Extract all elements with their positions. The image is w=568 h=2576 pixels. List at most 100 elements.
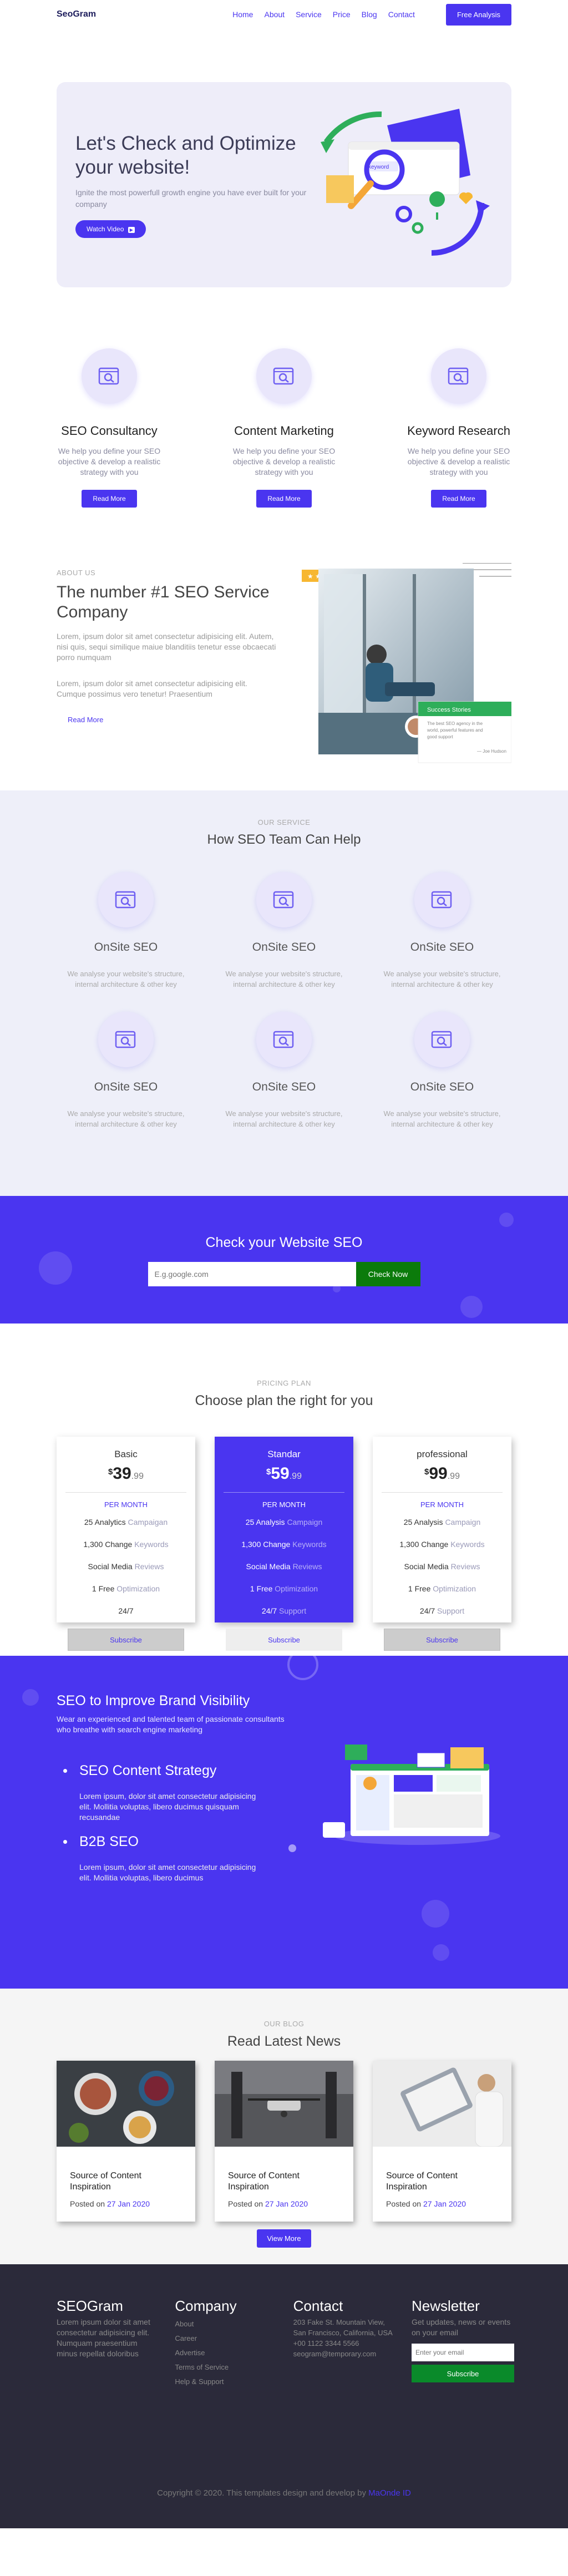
dashboard-illustration — [323, 1745, 500, 1845]
price-amount: 59 — [271, 1464, 290, 1483]
service-card: SEO Consultancy We help you define your … — [40, 348, 179, 508]
website-url-input[interactable] — [148, 1262, 356, 1286]
nav-service[interactable]: Service — [296, 10, 322, 19]
feature-detail: Optimization — [275, 1584, 318, 1593]
about-title: The number #1 SEO Service Company — [57, 583, 270, 621]
decor-ring — [287, 1656, 318, 1680]
hero-content: Let's Check and Optimize your website! I… — [75, 131, 320, 238]
read-more-button[interactable]: Read More — [431, 490, 486, 508]
help-item-text: We analyse your website's structure, int… — [383, 970, 501, 988]
copyright: Copyright © 2020. This templates design … — [0, 2488, 568, 2498]
help-item: OnSite SEO We analyse your website's stru… — [373, 872, 511, 990]
price-amount: 39 — [113, 1464, 131, 1483]
logo[interactable]: SeoGram — [57, 9, 96, 19]
footer-link-advertise[interactable]: Advertise — [175, 2346, 275, 2360]
divider — [224, 1492, 344, 1493]
blog-posts: Source of Content Inspiration Posted on … — [57, 2061, 511, 2222]
footer-contact: Contact 203 Fake St. Mountain View, San … — [293, 2298, 393, 2389]
nav-about[interactable]: About — [264, 10, 285, 19]
decor-bubble — [39, 1251, 72, 1285]
copyright-text: Copyright © 2020. This templates design … — [157, 2488, 366, 2498]
nav-price[interactable]: Price — [333, 10, 351, 19]
about-read-more-link[interactable]: Read More — [68, 716, 103, 724]
help-section: OUR SERVICE How SEO Team Can Help OnSite… — [0, 790, 568, 1196]
feature-main: 24/7 — [261, 1606, 277, 1615]
footer-email[interactable]: seogram@temporary.com — [293, 2349, 393, 2359]
footer-news-title: Newsletter — [411, 2298, 480, 2314]
post-date-value: 27 Jan 2020 — [265, 2199, 308, 2208]
help-item-title: OnSite SEO — [252, 941, 316, 954]
feature-detail: Keywords — [292, 1540, 327, 1549]
footer-about-title: SEOGram — [57, 2298, 123, 2314]
success-card-author: — Joe Hudson — [477, 749, 506, 754]
copyright-author-link[interactable]: MaOnde ID — [368, 2488, 411, 2498]
feature-main: 1 Free — [92, 1584, 115, 1593]
footer-link-career[interactable]: Career — [175, 2331, 275, 2346]
check-now-button[interactable]: Check Now — [356, 1262, 420, 1286]
feature-detail: Campaigan — [128, 1518, 168, 1527]
help-item: OnSite SEO We analyse your website's stru… — [57, 1012, 195, 1129]
feature-main: 25 Analytics — [84, 1518, 126, 1527]
post-date-value: 27 Jan 2020 — [423, 2199, 466, 2208]
brand-lead: Wear an experienced and talented team of… — [57, 1715, 285, 1734]
plan-period: PER MONTH — [420, 1500, 464, 1509]
footer-link-help[interactable]: Help & Support — [175, 2375, 275, 2389]
footer-company-title: Company — [175, 2298, 237, 2314]
footer-link-about[interactable]: About — [175, 2317, 275, 2331]
pricing-title: Choose plan the right for you — [195, 1393, 373, 1408]
price-cents: .99 — [447, 1472, 460, 1481]
post-title[interactable]: Source of Content Inspiration — [70, 2171, 182, 2193]
plan-name: professional — [417, 1449, 468, 1459]
success-card-title: Success Stories — [427, 707, 471, 713]
plan-feature: Social Media Reviews — [226, 1562, 342, 1571]
plan-feature: 24/7 Support — [226, 1606, 342, 1615]
plan-price: $39.99 — [68, 1464, 184, 1483]
nav-contact[interactable]: Contact — [388, 10, 415, 19]
subscribe-button[interactable]: Subscribe — [384, 1629, 500, 1651]
bullet-icon — [63, 1840, 67, 1844]
nav-blog[interactable]: Blog — [362, 10, 377, 19]
help-item-text: We analyse your website's structure, int… — [67, 970, 185, 988]
feature-main: 24/7 — [419, 1606, 435, 1615]
plan-price: $99.99 — [384, 1464, 500, 1483]
hero-illustration: keyword — [321, 109, 490, 256]
post-title[interactable]: Source of Content Inspiration — [228, 2171, 340, 2193]
plan-feature: 25 Analysis Campaign — [226, 1518, 342, 1527]
read-more-button[interactable]: Read More — [82, 490, 137, 508]
plan-feature: Social Media Reviews — [68, 1562, 184, 1571]
footer-link-terms[interactable]: Terms of Service — [175, 2360, 275, 2375]
footer-about-text: Lorem ipsum dolor sit amet consectetur a… — [57, 2318, 150, 2358]
hero-section: Let's Check and Optimize your website! I… — [0, 29, 568, 287]
footer-contact-title: Contact — [293, 2298, 343, 2314]
feature-main: 1,300 Change — [241, 1540, 291, 1549]
feature-detail: Reviews — [134, 1562, 164, 1571]
about-tag: ABOUT US — [57, 569, 96, 577]
newsletter-email-input[interactable] — [411, 2344, 514, 2361]
service-card: Keyword Research We help you define your… — [389, 348, 528, 508]
service-title: Keyword Research — [407, 424, 510, 438]
subscribe-button[interactable]: Subscribe — [226, 1629, 342, 1651]
subscribe-button[interactable]: Subscribe — [68, 1629, 184, 1651]
help-item: OnSite SEO We analyse your website's stru… — [57, 872, 195, 990]
plan-period: PER MONTH — [262, 1500, 306, 1509]
newsletter-subscribe-button[interactable]: Subscribe — [411, 2365, 514, 2382]
divider — [65, 1492, 186, 1493]
help-item-text: We analyse your website's structure, int… — [383, 1109, 501, 1128]
blog-post-card[interactable]: Source of Content Inspiration Posted on … — [373, 2061, 511, 2222]
free-analysis-button[interactable]: Free Analysis — [445, 3, 511, 26]
post-title[interactable]: Source of Content Inspiration — [386, 2171, 498, 2193]
view-more-button[interactable]: View More — [257, 2229, 311, 2248]
watch-video-button[interactable]: Watch Video ▶ — [75, 220, 146, 238]
help-item-text: We analyse your website's structure, int… — [225, 970, 343, 988]
plan-feature: 25 Analysis Campaign — [384, 1518, 500, 1527]
seo-search-icon — [256, 1012, 312, 1067]
decor-bubble — [333, 1285, 341, 1292]
feature-detail: Keywords — [134, 1540, 169, 1549]
blog-post-card[interactable]: Source of Content Inspiration Posted on … — [57, 2061, 195, 2222]
services-section: SEO Consultancy We help you define your … — [40, 287, 528, 508]
bullet-icon — [63, 1769, 67, 1773]
read-more-button[interactable]: Read More — [256, 490, 312, 508]
nav-home[interactable]: Home — [232, 10, 253, 19]
blog-post-card[interactable]: Source of Content Inspiration Posted on … — [215, 2061, 353, 2222]
footer-company: Company About Career Advertise Terms of … — [175, 2298, 275, 2389]
